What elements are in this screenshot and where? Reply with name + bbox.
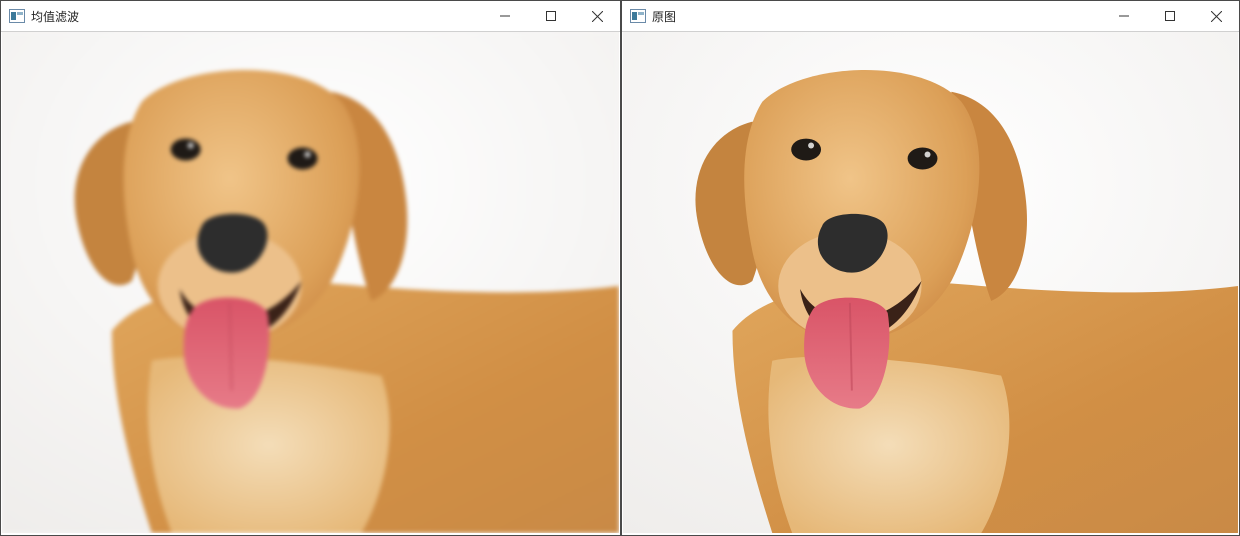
title-bar[interactable]: 原图 (622, 1, 1239, 32)
maximize-icon (1165, 11, 1175, 21)
maximize-button[interactable] (1147, 1, 1193, 31)
blurred-dog-image (2, 32, 619, 533)
original-window: 原图 (621, 0, 1240, 536)
window-title: 均值滤波 (31, 9, 80, 24)
window-title: 原图 (652, 9, 677, 24)
title-bar[interactable]: 均值滤波 (1, 1, 620, 32)
image-canvas (2, 32, 619, 533)
app-icon (630, 9, 646, 23)
app-icon (9, 9, 25, 23)
maximize-button[interactable] (528, 1, 574, 31)
maximize-icon (546, 11, 556, 21)
close-icon (591, 10, 603, 22)
close-button[interactable] (574, 1, 620, 31)
close-icon (1210, 10, 1222, 22)
minimize-button[interactable] (482, 1, 528, 31)
minimize-button[interactable] (1101, 1, 1147, 31)
minimize-icon (500, 15, 510, 17)
original-dog-image (623, 32, 1238, 533)
mean-filter-window: 均值滤波 (0, 0, 621, 536)
minimize-icon (1119, 15, 1129, 17)
close-button[interactable] (1193, 1, 1239, 31)
image-canvas (623, 32, 1238, 533)
